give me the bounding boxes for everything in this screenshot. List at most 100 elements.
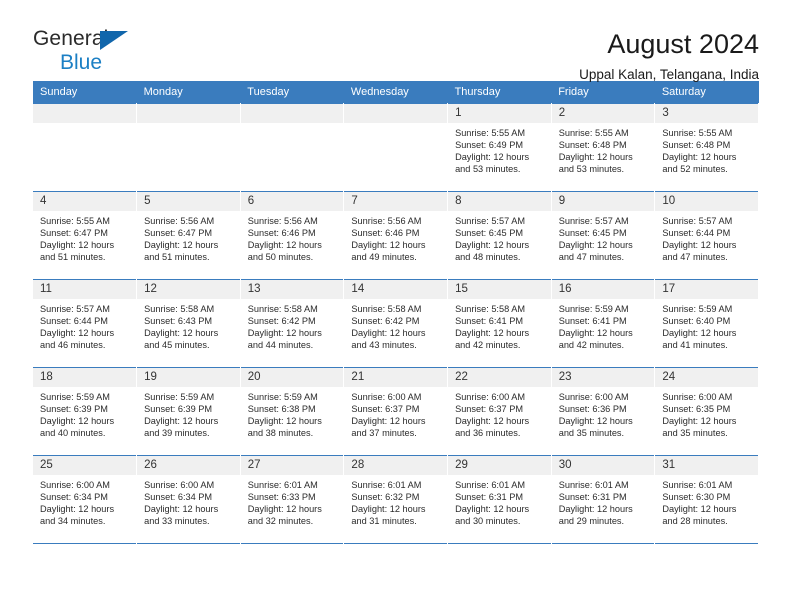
- day-info-sunset: Sunset: 6:45 PM: [455, 228, 523, 239]
- calendar-day-cell[interactable]: 29 Sunrise: 6:01 AM Sunset: 6:31 PM Dayligh…: [447, 455, 552, 544]
- day-info-daylight2: and 29 minutes.: [558, 516, 625, 527]
- day-number: 3: [655, 104, 758, 123]
- calendar-day-cell[interactable]: 2 Sunrise: 5:55 AM Sunset: 6:48 PM Daylight…: [551, 103, 656, 192]
- day-sun-info: Sunrise: 6:00 AM Sunset: 6:34 PM Daylight:…: [33, 475, 136, 527]
- weekday-header-wednesday: Wednesday: [343, 81, 448, 104]
- day-sun-info: Sunrise: 6:00 AM Sunset: 6:34 PM Daylight:…: [137, 475, 240, 527]
- calendar-day-cell[interactable]: 28 Sunrise: 6:01 AM Sunset: 6:32 PM Dayligh…: [343, 455, 449, 544]
- day-number: 23: [551, 368, 655, 387]
- day-info-sunset: Sunset: 6:48 PM: [558, 140, 627, 151]
- day-number: [344, 104, 448, 123]
- calendar-day-cell[interactable]: 30 Sunrise: 6:01 AM Sunset: 6:31 PM Dayligh…: [551, 455, 656, 544]
- calendar-day-cell[interactable]: 21 Sunrise: 6:00 AM Sunset: 6:37 PM Dayligh…: [343, 367, 449, 456]
- day-info-daylight1: Daylight: 12 hours: [351, 504, 426, 515]
- day-info-daylight2: and 50 minutes.: [247, 252, 314, 263]
- day-info-sunset: Sunset: 6:46 PM: [351, 228, 420, 239]
- day-number: 22: [448, 368, 551, 387]
- day-info-sunrise: Sunrise: 5:57 AM: [455, 216, 526, 226]
- calendar-day-cell[interactable]: 5 Sunrise: 5:56 AM Sunset: 6:47 PM Daylight…: [136, 191, 241, 280]
- day-info-daylight1: Daylight: 12 hours: [455, 504, 530, 515]
- day-number: 14: [344, 280, 448, 299]
- brand-name-blue: Blue: [60, 51, 103, 74]
- day-info-daylight1: Daylight: 12 hours: [144, 328, 219, 339]
- day-sun-info: Sunrise: 6:00 AM Sunset: 6:37 PM Daylight:…: [344, 387, 447, 439]
- calendar-day-cell[interactable]: 19 Sunrise: 5:59 AM Sunset: 6:39 PM Dayligh…: [136, 367, 241, 456]
- calendar-day-cell[interactable]: 16 Sunrise: 5:59 AM Sunset: 6:41 PM Dayligh…: [551, 279, 656, 368]
- calendar-day-cell[interactable]: 25 Sunrise: 6:00 AM Sunset: 6:34 PM Dayligh…: [33, 455, 138, 544]
- calendar-day-cell[interactable]: 10 Sunrise: 5:57 AM Sunset: 6:44 PM Dayligh…: [654, 191, 759, 280]
- day-number: 24: [655, 368, 758, 387]
- calendar-day-cell[interactable]: 6 Sunrise: 5:56 AM Sunset: 6:46 PM Daylight…: [240, 191, 345, 280]
- day-info-sunrise: Sunrise: 6:01 AM: [558, 480, 629, 490]
- calendar-day-cell[interactable]: 13 Sunrise: 5:58 AM Sunset: 6:42 PM Dayligh…: [240, 279, 345, 368]
- calendar-day-cell[interactable]: 17 Sunrise: 5:59 AM Sunset: 6:40 PM Dayligh…: [654, 279, 759, 368]
- calendar-day-cell[interactable]: 14 Sunrise: 5:58 AM Sunset: 6:42 PM Dayligh…: [343, 279, 449, 368]
- calendar-week-row: 11 Sunrise: 5:57 AM Sunset: 6:44 PM Dayligh…: [33, 279, 759, 368]
- calendar-day-cell[interactable]: 27 Sunrise: 6:01 AM Sunset: 6:33 PM Dayligh…: [240, 455, 345, 544]
- weekday-header-thursday: Thursday: [447, 81, 552, 104]
- day-info-sunset: Sunset: 6:44 PM: [662, 228, 731, 239]
- day-info-daylight1: Daylight: 12 hours: [455, 240, 530, 251]
- day-info-sunrise: Sunrise: 5:58 AM: [247, 304, 318, 314]
- day-info-daylight1: Daylight: 12 hours: [662, 416, 737, 427]
- day-info-daylight1: Daylight: 12 hours: [455, 328, 530, 339]
- day-info-daylight2: and 33 minutes.: [144, 516, 210, 527]
- calendar-day-cell[interactable]: 18 Sunrise: 5:59 AM Sunset: 6:39 PM Dayligh…: [33, 367, 138, 456]
- calendar-day-cell[interactable]: 8 Sunrise: 5:57 AM Sunset: 6:45 PM Daylight…: [447, 191, 552, 280]
- calendar-day-cell[interactable]: 12 Sunrise: 5:58 AM Sunset: 6:43 PM Dayligh…: [136, 279, 241, 368]
- day-info-sunrise: Sunrise: 6:00 AM: [144, 480, 215, 490]
- day-info-sunset: Sunset: 6:39 PM: [144, 404, 213, 415]
- day-info-sunset: Sunset: 6:31 PM: [558, 492, 627, 503]
- day-info-sunrise: Sunrise: 5:55 AM: [662, 128, 733, 138]
- day-info-daylight2: and 45 minutes.: [144, 340, 210, 351]
- calendar-day-cell[interactable]: 23 Sunrise: 6:00 AM Sunset: 6:36 PM Dayligh…: [551, 367, 656, 456]
- day-sun-info: Sunrise: 5:56 AM Sunset: 6:46 PM Daylight:…: [344, 211, 447, 263]
- calendar-week-row: 25 Sunrise: 6:00 AM Sunset: 6:34 PM Dayligh…: [33, 455, 759, 544]
- day-number: 18: [33, 368, 137, 387]
- day-info-sunset: Sunset: 6:45 PM: [558, 228, 627, 239]
- brand-logo[interactable]: General Blue: [33, 28, 143, 74]
- day-sun-info: Sunrise: 5:58 AM Sunset: 6:43 PM Daylight:…: [137, 299, 240, 351]
- calendar-day-cell[interactable]: 4 Sunrise: 5:55 AM Sunset: 6:47 PM Daylight…: [33, 191, 138, 280]
- day-info-daylight2: and 46 minutes.: [40, 340, 106, 351]
- day-info-sunrise: Sunrise: 6:01 AM: [662, 480, 733, 490]
- day-sun-info: Sunrise: 6:01 AM Sunset: 6:32 PM Daylight:…: [344, 475, 447, 527]
- day-sun-info: Sunrise: 6:01 AM Sunset: 6:30 PM Daylight:…: [655, 475, 758, 527]
- day-number: 27: [240, 456, 344, 475]
- day-info-sunrise: Sunrise: 6:01 AM: [247, 480, 318, 490]
- calendar-day-cell[interactable]: 9 Sunrise: 5:57 AM Sunset: 6:45 PM Daylight…: [551, 191, 656, 280]
- day-sun-info: Sunrise: 5:59 AM Sunset: 6:38 PM Daylight:…: [241, 387, 344, 439]
- calendar-day-cell[interactable]: 7 Sunrise: 5:56 AM Sunset: 6:46 PM Daylight…: [343, 191, 449, 280]
- day-number: [240, 104, 344, 123]
- weekday-header-friday: Friday: [551, 81, 655, 104]
- day-info-daylight2: and 35 minutes.: [662, 428, 728, 439]
- day-info-daylight1: Daylight: 12 hours: [247, 416, 322, 427]
- calendar-day-cell[interactable]: 15 Sunrise: 5:58 AM Sunset: 6:41 PM Dayligh…: [447, 279, 552, 368]
- day-info-daylight1: Daylight: 12 hours: [247, 240, 322, 251]
- day-number: 12: [137, 280, 240, 299]
- day-info-sunset: Sunset: 6:32 PM: [351, 492, 420, 503]
- day-sun-info: Sunrise: 5:55 AM Sunset: 6:48 PM Daylight:…: [655, 123, 758, 175]
- calendar-day-cell[interactable]: 3 Sunrise: 5:55 AM Sunset: 6:48 PM Daylight…: [654, 103, 759, 192]
- day-sun-info: Sunrise: 5:57 AM Sunset: 6:44 PM Daylight:…: [33, 299, 136, 351]
- day-info-daylight2: and 53 minutes.: [455, 164, 521, 175]
- calendar-day-cell[interactable]: 24 Sunrise: 6:00 AM Sunset: 6:35 PM Dayligh…: [654, 367, 759, 456]
- day-sun-info: Sunrise: 5:55 AM Sunset: 6:47 PM Daylight:…: [33, 211, 136, 263]
- calendar-day-cell[interactable]: 1 Sunrise: 5:55 AM Sunset: 6:49 PM Daylight…: [447, 103, 552, 192]
- day-number: 13: [240, 280, 344, 299]
- calendar-day-cell[interactable]: 31 Sunrise: 6:01 AM Sunset: 6:30 PM Dayligh…: [654, 455, 759, 544]
- day-info-daylight2: and 41 minutes.: [662, 340, 728, 351]
- calendar-week-row: 4 Sunrise: 5:55 AM Sunset: 6:47 PM Daylight…: [33, 191, 759, 280]
- day-info-daylight1: Daylight: 12 hours: [40, 416, 115, 427]
- day-sun-info: Sunrise: 6:01 AM Sunset: 6:31 PM Daylight:…: [448, 475, 551, 527]
- day-info-daylight1: Daylight: 12 hours: [144, 504, 219, 515]
- day-number: 8: [448, 192, 551, 211]
- page-subtitle: Uppal Kalan, Telangana, India: [579, 67, 759, 83]
- day-number: 1: [448, 104, 551, 123]
- calendar-day-cell[interactable]: 20 Sunrise: 5:59 AM Sunset: 6:38 PM Dayligh…: [240, 367, 345, 456]
- calendar-day-cell[interactable]: 22 Sunrise: 6:00 AM Sunset: 6:37 PM Dayligh…: [447, 367, 552, 456]
- calendar-day-cell[interactable]: 26 Sunrise: 6:00 AM Sunset: 6:34 PM Dayligh…: [136, 455, 241, 544]
- calendar-day-cell[interactable]: 11 Sunrise: 5:57 AM Sunset: 6:44 PM Dayligh…: [33, 279, 138, 368]
- day-number: 29: [448, 456, 551, 475]
- day-info-sunset: Sunset: 6:49 PM: [455, 140, 523, 151]
